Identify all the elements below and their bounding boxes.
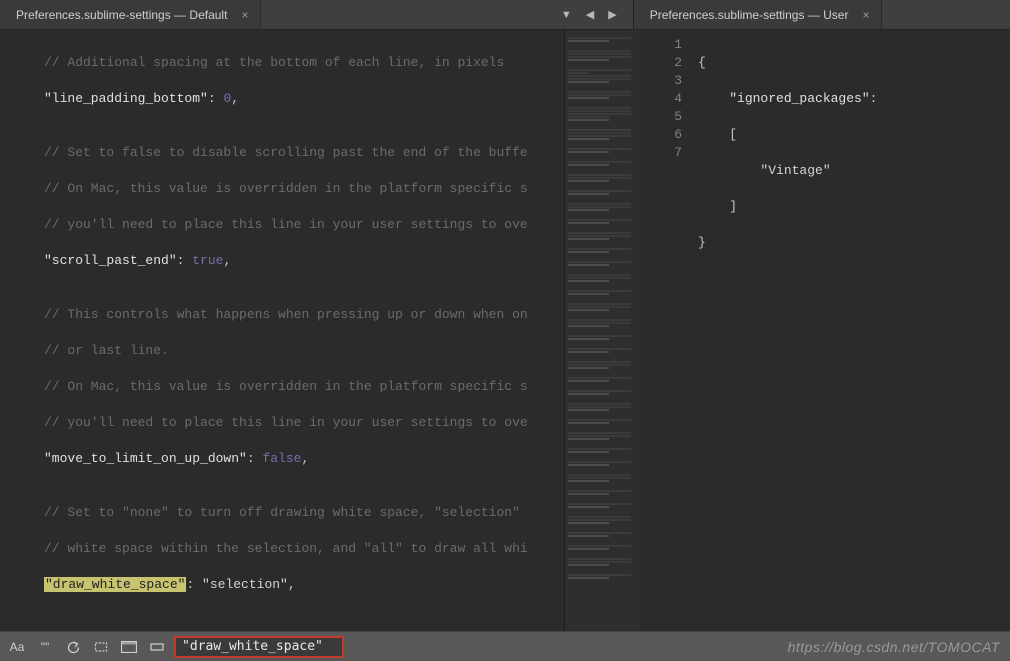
tab-spacer-right	[882, 0, 1010, 29]
code-comment: // Additional spacing at the bottom of e…	[44, 55, 504, 70]
editor-content: { "ignored_packages": [ "Vintage" ] }	[640, 30, 1010, 312]
line-number: 5	[640, 108, 690, 126]
nav-forward-icon[interactable]: ▶	[608, 8, 616, 21]
tab-controls: ▼ ◀ ▶	[545, 0, 633, 29]
panel-icon	[121, 641, 137, 653]
editor-content: // Additional spacing at the bottom of e…	[0, 30, 564, 631]
line-number: 3	[640, 72, 690, 90]
search-highlight: "draw_white_space"	[44, 577, 186, 592]
line-gutter: 1 2 3 4 5 6 7	[640, 30, 690, 168]
split-panes: // Additional spacing at the bottom of e…	[0, 30, 1010, 631]
find-bar: Aa ""	[0, 631, 1010, 661]
tab-default-settings[interactable]: Preferences.sublime-settings — Default ×	[0, 0, 261, 29]
dropdown-icon[interactable]: ▼	[561, 9, 572, 21]
line-number: 4	[640, 90, 690, 108]
nav-back-icon[interactable]: ◀	[586, 8, 594, 21]
tab-title: Preferences.sublime-settings — User	[650, 8, 849, 22]
minimap-left[interactable]	[564, 30, 640, 631]
tab-user-settings[interactable]: Preferences.sublime-settings — User ×	[633, 0, 883, 29]
editor-default[interactable]: // Additional spacing at the bottom of e…	[0, 30, 564, 631]
find-input-wrap	[174, 636, 344, 658]
whole-word-toggle[interactable]: ""	[34, 637, 56, 657]
line-number: 6	[640, 126, 690, 144]
wrap-toggle[interactable]	[118, 637, 140, 657]
refresh-icon	[66, 640, 80, 654]
line-number: 1	[640, 36, 690, 54]
in-selection-toggle[interactable]	[90, 637, 112, 657]
close-icon[interactable]: ×	[241, 8, 248, 22]
tab-bar: Preferences.sublime-settings — Default ×…	[0, 0, 1010, 30]
find-input[interactable]	[174, 636, 344, 658]
close-icon[interactable]: ×	[862, 8, 869, 22]
pane-right: 1 2 3 4 5 6 7 { "ignored_packages": [ "V…	[640, 30, 1010, 631]
highlight-toggle[interactable]	[146, 637, 168, 657]
highlight-icon	[150, 640, 164, 654]
line-number: 7	[640, 144, 690, 162]
selection-icon	[94, 640, 108, 654]
editor-user[interactable]: 1 2 3 4 5 6 7 { "ignored_packages": [ "V…	[640, 30, 1010, 631]
regex-toggle[interactable]	[62, 637, 84, 657]
pane-left: // Additional spacing at the bottom of e…	[0, 30, 640, 631]
app-root: Preferences.sublime-settings — Default ×…	[0, 0, 1010, 661]
tab-title: Preferences.sublime-settings — Default	[16, 8, 227, 22]
case-sensitive-toggle[interactable]: Aa	[6, 637, 28, 657]
tab-spacer-left	[261, 0, 544, 29]
line-number: 2	[640, 54, 690, 72]
code-key: "line_padding_bottom"	[44, 91, 208, 106]
